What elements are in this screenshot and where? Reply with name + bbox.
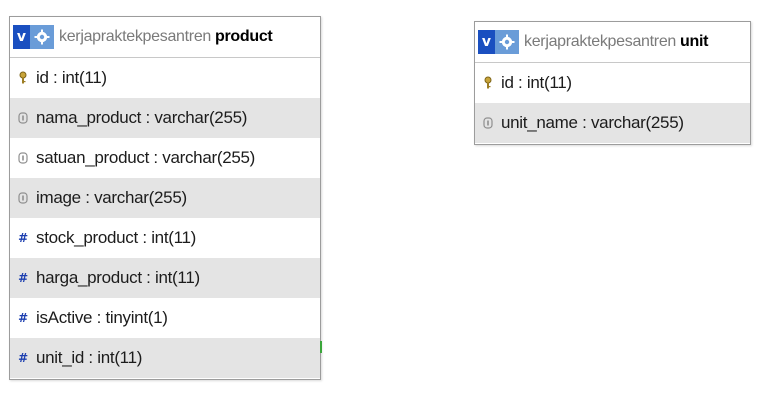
column-label: id : int(11) (501, 73, 572, 92)
table-options-button[interactable] (495, 30, 519, 54)
number-field-icon: # (18, 231, 28, 245)
text-field-icon (475, 117, 501, 129)
database-name: kerjapraktekpesantren (59, 28, 212, 45)
table-options-button[interactable] (30, 25, 54, 49)
table-name: unit (680, 33, 709, 50)
column-row: # harga_product : int(11) (10, 258, 320, 298)
column-label: unit_name : varchar(255) (501, 113, 684, 132)
relation-line (320, 341, 322, 353)
number-field-icon: # (18, 271, 28, 285)
number-field-icon: # (18, 311, 28, 325)
table-header-unit[interactable]: v kerjapraktekpesantren unit (475, 22, 750, 63)
table-header-product[interactable]: v kerjapraktekpesantren product (10, 17, 320, 58)
table-name: product (215, 28, 273, 45)
key-icon (10, 71, 36, 85)
column-label: stock_product : int(11) (36, 228, 197, 247)
column-label: unit_id : int(11) (36, 348, 143, 367)
column-row: id : int(11) (10, 58, 320, 98)
column-row: id : int(11) (475, 63, 750, 103)
text-field-icon (10, 192, 36, 204)
database-name: kerjapraktekpesantren (524, 33, 677, 50)
column-label: image : varchar(255) (36, 188, 187, 207)
toggle-columns-button[interactable]: v (13, 25, 30, 49)
column-row: # unit_id : int(11) (10, 338, 320, 378)
column-row: image : varchar(255) (10, 178, 320, 218)
column-label: nama_product : varchar(255) (36, 108, 248, 127)
column-label: satuan_product : varchar(255) (36, 148, 256, 167)
column-label: harga_product : int(11) (36, 268, 200, 287)
column-label: isActive : tinyint(1) (36, 308, 168, 327)
key-icon (475, 76, 501, 90)
column-row: # isActive : tinyint(1) (10, 298, 320, 338)
column-label: id : int(11) (36, 68, 107, 87)
text-field-icon (10, 112, 36, 124)
gear-icon (34, 29, 50, 45)
column-row: satuan_product : varchar(255) (10, 138, 320, 178)
column-row: unit_name : varchar(255) (475, 103, 750, 143)
column-row: nama_product : varchar(255) (10, 98, 320, 138)
table-card-product[interactable]: v kerjapraktekpesantren product id : int… (9, 16, 321, 380)
number-field-icon: # (18, 351, 28, 365)
text-field-icon (10, 152, 36, 164)
gear-icon (499, 34, 515, 50)
toggle-columns-button[interactable]: v (478, 30, 495, 54)
table-card-unit[interactable]: v kerjapraktekpesantren unit id : int(11… (474, 21, 751, 145)
column-row: # stock_product : int(11) (10, 218, 320, 258)
